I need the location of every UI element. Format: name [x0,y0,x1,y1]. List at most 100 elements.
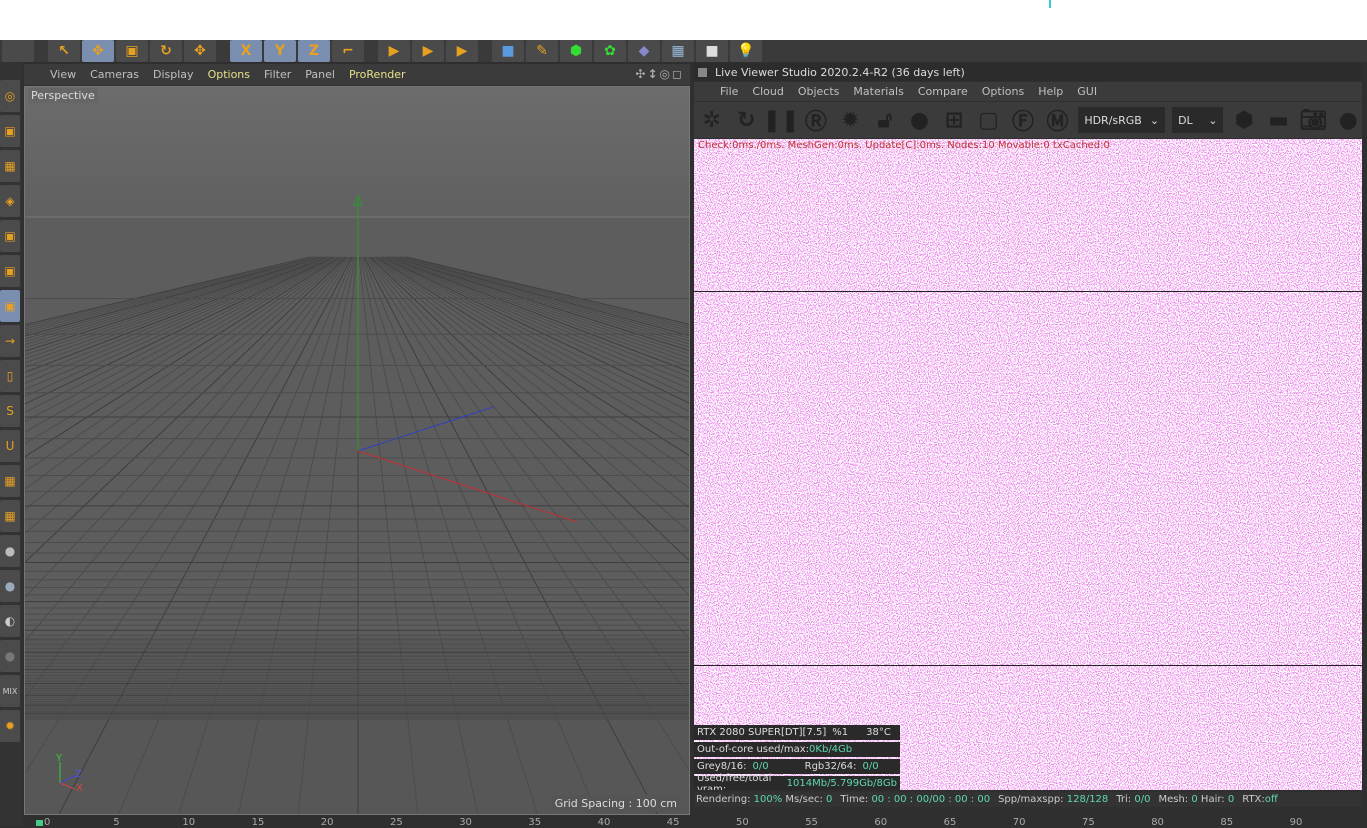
menu-view[interactable]: View [50,68,76,81]
lock-icon[interactable]: 🔓︎ [871,106,899,134]
region-icon[interactable]: Ⓡ [802,106,830,135]
timeline-tick: 45 [666,817,680,828]
transform-tool-icon[interactable]: ✥ [184,40,216,62]
add-region-icon[interactable]: ⊞ [940,106,968,134]
subdivision-icon[interactable]: ⬢ [560,40,592,62]
render-picture-viewer-icon[interactable]: ▶ [412,40,444,62]
lv-menu-compare[interactable]: Compare [918,85,968,98]
deformer-icon[interactable]: ◆ [628,40,660,62]
camera-label[interactable]: Perspective [28,88,98,103]
rgb-value: 0/0 [862,761,879,772]
sphere-icon[interactable]: ● [1334,106,1362,134]
render-view-icon[interactable]: ▶ [378,40,410,62]
hexagon-icon[interactable]: ⬢ [1230,106,1258,134]
mix-material-icon[interactable]: MIX [0,675,20,707]
render-settings-icon[interactable]: ▶ [446,40,478,62]
rotate-tool-icon[interactable]: ↻ [150,40,182,62]
workplane-icon[interactable]: ◈ [0,185,20,217]
pause-icon[interactable]: ❚❚ [763,106,800,134]
send-scene-icon[interactable]: ✲ [698,106,726,134]
sphere-icon[interactable]: ● [0,535,20,567]
lv-menu-gui[interactable]: GUI [1077,85,1097,98]
out-of-core-value: 0Kb/4Gb [809,744,853,755]
texture-mode-icon[interactable]: ▦ [0,150,20,182]
dolly-icon[interactable]: ↕ [647,67,659,81]
cube-icon[interactable]: ■ [492,40,524,62]
rotate-view-icon[interactable]: ◎ [660,67,672,81]
color-space-select[interactable]: HDR/sRGB ⌄ [1078,107,1166,133]
explosion-icon[interactable]: ✹ [0,710,20,742]
time-label: Time: [840,794,869,805]
viewport-nav-icons: ✣↕◎◻ [635,67,684,81]
floor-icon[interactable]: ▦ [662,40,694,62]
menu-prorender[interactable]: ProRender [349,68,406,81]
move-tool-icon[interactable]: ✥ [82,40,114,62]
lock-grid-icon[interactable]: ▦ [0,465,20,497]
rendering-label: Rendering: [696,794,751,805]
lv-menu-options[interactable]: Options [982,85,1024,98]
make-editable-icon[interactable]: ◎ [0,80,20,112]
rectangle-icon[interactable]: ▬ [1265,106,1293,134]
spline-pen-icon[interactable]: ✎ [526,40,558,62]
spp-value: 128/128 [1066,794,1109,805]
gizmo-z-label: Z [75,769,82,780]
menu-panel[interactable]: Panel [305,68,335,81]
undo-icon[interactable] [2,40,34,62]
metal-sphere-icon[interactable]: ● [0,570,20,602]
light-icon[interactable]: 💡 [730,40,762,62]
axis-mode-icon[interactable]: → [0,325,20,357]
select-tool-icon[interactable]: ↖ [48,40,80,62]
polygons-mode-icon[interactable]: ▣ [0,290,20,322]
maximize-icon[interactable]: ◻ [672,67,684,81]
timeline-tick: 25 [390,817,403,828]
live-viewer-status-bar: Rendering: 100% Ms/sec: 0 Time: 00 : 00 … [694,792,1362,807]
hair-value: 0 [1227,794,1235,805]
coordinate-system-icon[interactable]: ⌐ [332,40,364,62]
timeline-tick: 50 [736,817,749,828]
3d-viewport[interactable]: Y Z X Perspective Grid Spacing : 100 cm [24,86,690,815]
menu-display[interactable]: Display [153,68,194,81]
camera-snapshot-icon[interactable]: 📷︎ [1299,106,1327,134]
z-axis-button[interactable]: Z [298,40,330,62]
menu-cameras[interactable]: Cameras [90,68,139,81]
menu-filter[interactable]: Filter [264,68,291,81]
left-tool-palette: ◎ ▣ ▦ ◈ ▣ ▣ ▣ → ▯ S U ▦ ▦ ● ● ◐ ● MIX ✹ [0,62,22,826]
tweak-icon[interactable]: ▯ [0,360,20,392]
menu-options[interactable]: Options [208,68,250,81]
mesh-value: 0 [1191,794,1198,805]
lv-menu-help[interactable]: Help [1038,85,1063,98]
half-sphere-icon[interactable]: ◐ [0,605,20,637]
clear-icon[interactable]: ▢ [975,106,1003,134]
lv-menu-file[interactable]: File [720,85,738,98]
edges-mode-icon[interactable]: ▣ [0,255,20,287]
scale-tool-icon[interactable]: ▣ [116,40,148,62]
camera-icon[interactable]: ■ [696,40,728,62]
restart-icon[interactable]: ↻ [733,106,761,134]
dark-sphere-icon[interactable]: ● [0,640,20,672]
timeline-ruler[interactable]: 0 5 10 15 20 25 30 35 40 45 50 55 60 65 70 75 80 85 90 [24,815,1367,828]
cloner-icon[interactable]: ✿ [594,40,626,62]
lv-menu-cloud[interactable]: Cloud [752,85,783,98]
render-view[interactable]: Check:0ms./0ms. MeshGen:0ms. Update[C]:0… [694,139,1362,790]
material-ball-icon[interactable]: ● [906,106,934,134]
model-mode-icon[interactable]: ▣ [0,115,20,147]
x-axis-button[interactable]: X [230,40,262,62]
chevron-down-icon: ⌄ [1149,113,1160,127]
points-mode-icon[interactable]: ▣ [0,220,20,252]
snap-icon[interactable]: S [0,395,20,427]
material-pick-icon[interactable]: Ⓜ [1044,106,1072,135]
y-axis-button[interactable]: Y [264,40,296,62]
magnet-icon[interactable]: U [0,430,20,462]
timeline-tick: 90 [1289,817,1303,828]
region-line [694,665,1362,666]
settings-gear-icon[interactable]: ✹ [837,106,865,134]
kernel-select[interactable]: DL ⌄ [1172,107,1224,133]
timeline-start-marker[interactable] [36,820,43,826]
lv-menu-objects[interactable]: Objects [798,85,840,98]
move-view-icon[interactable]: ✣ [635,67,647,81]
workplane-lock-icon[interactable]: ▦ [0,500,20,532]
lv-menu-materials[interactable]: Materials [853,85,903,98]
focus-icon[interactable]: Ⓕ [1009,106,1037,135]
hair-label: Hair: [1200,794,1225,805]
viewport-scene: Y Z X [25,87,689,814]
